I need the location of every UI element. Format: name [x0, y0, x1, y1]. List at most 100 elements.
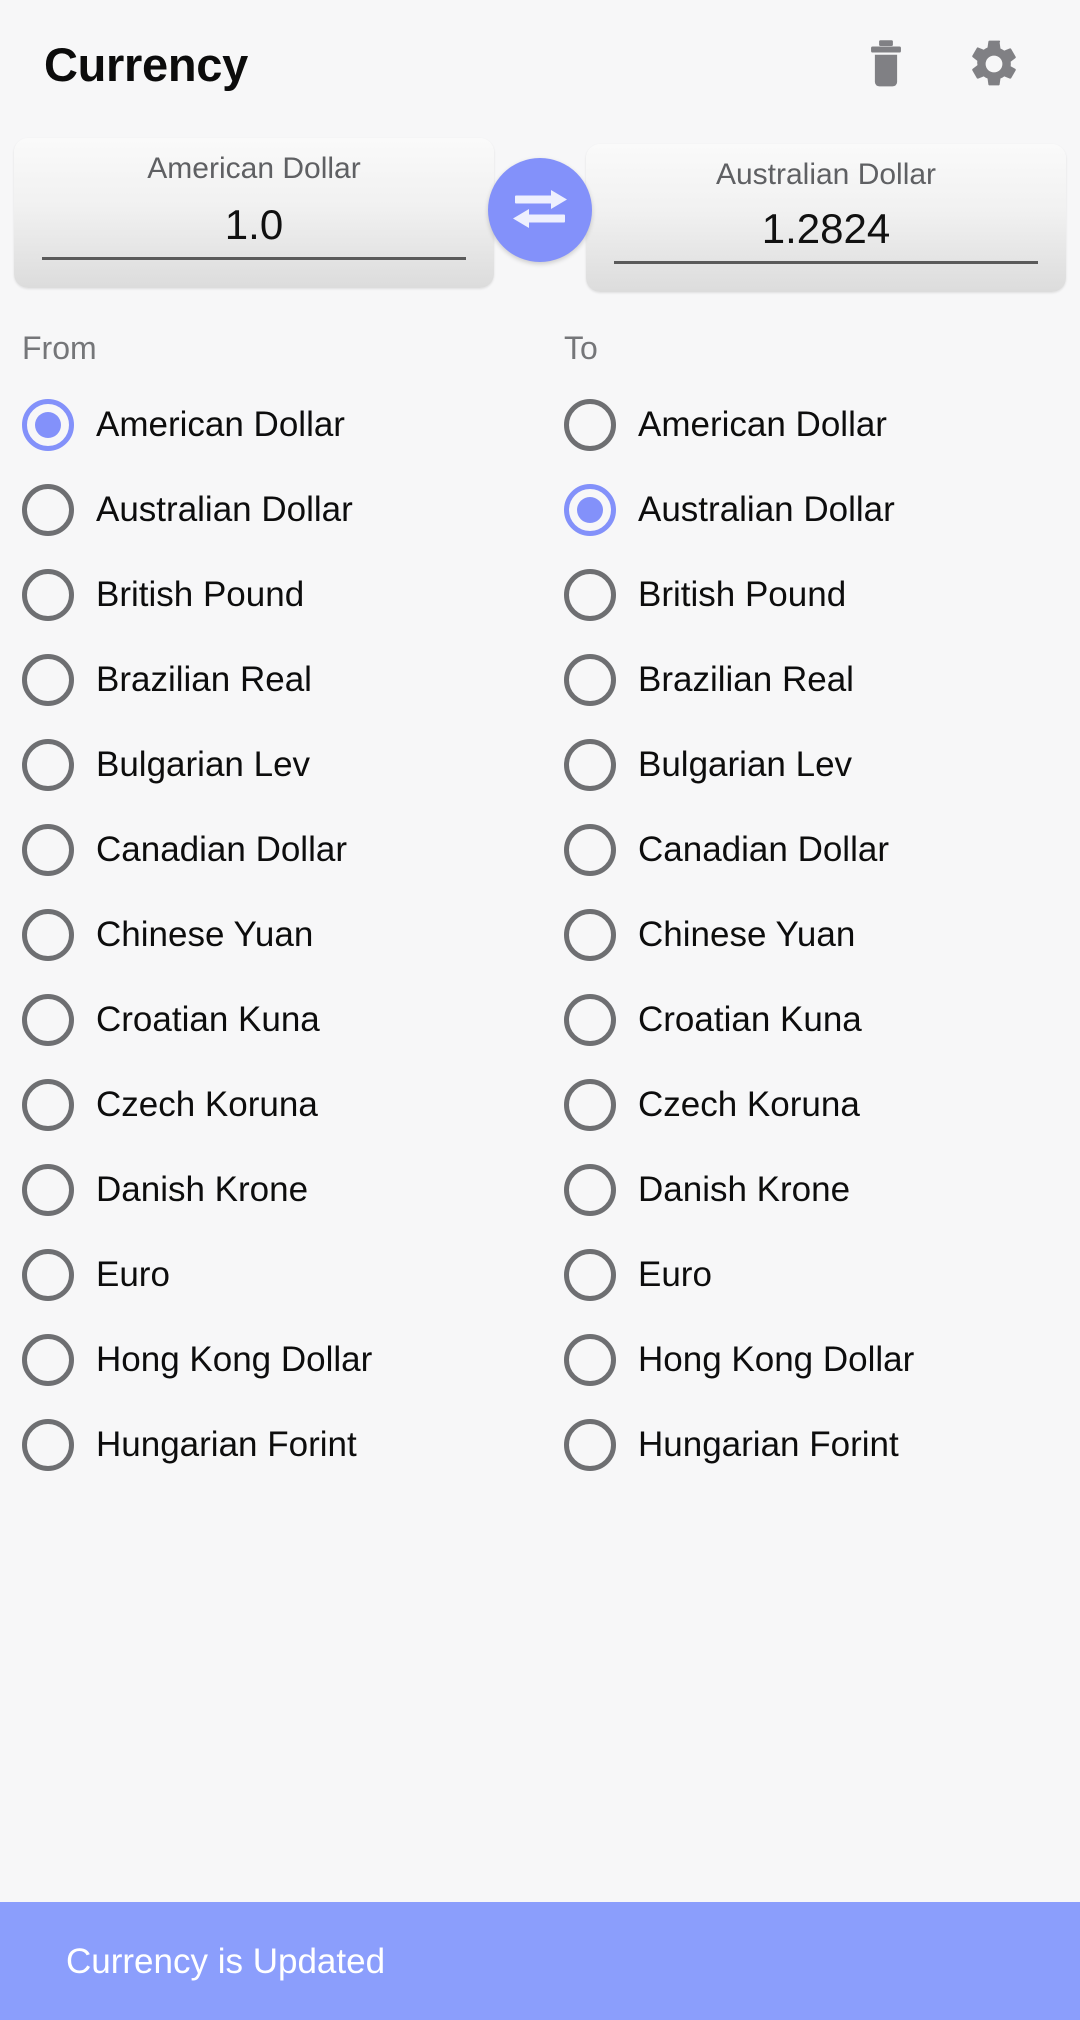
- currency-option-label: Bulgarian Lev: [638, 745, 853, 784]
- currency-option-label: Australian Dollar: [638, 490, 895, 529]
- from-currency-list: From American Dollar Australian Dollar Bri…: [18, 318, 538, 1487]
- from-list-items: American Dollar Australian Dollar British …: [18, 382, 538, 1487]
- currency-option-from-1[interactable]: Australian Dollar: [18, 467, 538, 552]
- radio-button-unchecked[interactable]: [22, 993, 74, 1046]
- currency-option-label: Croatian Kuna: [96, 1000, 320, 1039]
- to-currency-list: To American Dollar Australian Dollar Briti…: [538, 318, 1058, 1487]
- radio-button-unchecked[interactable]: [564, 1078, 616, 1131]
- currency-option-to-1[interactable]: Australian Dollar: [560, 467, 1058, 552]
- currency-option-label: Czech Koruna: [96, 1085, 318, 1124]
- radio-button-checked[interactable]: [22, 398, 74, 451]
- settings-button[interactable]: [966, 36, 1022, 92]
- currency-option-from-7[interactable]: Croatian Kuna: [18, 977, 538, 1062]
- radio-button-unchecked[interactable]: [564, 738, 616, 791]
- currency-option-label: Brazilian Real: [638, 660, 854, 699]
- currency-option-label: American Dollar: [638, 405, 887, 444]
- radio-button-unchecked[interactable]: [22, 653, 74, 706]
- currency-option-label: Brazilian Real: [96, 660, 312, 699]
- currency-option-to-0[interactable]: American Dollar: [560, 382, 1058, 467]
- radio-button-unchecked[interactable]: [22, 738, 74, 791]
- currency-option-from-2[interactable]: British Pound: [18, 552, 538, 637]
- from-amount-value: 1.0: [224, 201, 284, 248]
- currency-option-label: Czech Koruna: [638, 1085, 860, 1124]
- currency-option-to-2[interactable]: British Pound: [560, 552, 1058, 637]
- from-currency-card[interactable]: American Dollar 1.0: [14, 138, 494, 288]
- currency-option-label: Danish Krone: [638, 1170, 851, 1209]
- currency-option-label: Canadian Dollar: [96, 830, 347, 869]
- from-amount-field[interactable]: 1.0: [42, 201, 466, 261]
- currency-option-label: British Pound: [638, 575, 847, 614]
- currency-option-from-12[interactable]: Hungarian Forint: [18, 1402, 538, 1487]
- currency-option-label: Canadian Dollar: [638, 830, 889, 869]
- page-title: Currency: [44, 37, 248, 91]
- currency-option-to-11[interactable]: Hong Kong Dollar: [560, 1317, 1058, 1402]
- from-currency-name: American Dollar: [147, 152, 361, 185]
- radio-button-unchecked[interactable]: [564, 908, 616, 961]
- radio-button-unchecked[interactable]: [564, 398, 616, 451]
- delete-button[interactable]: [858, 36, 914, 92]
- radio-button-unchecked[interactable]: [564, 823, 616, 876]
- radio-button-unchecked[interactable]: [564, 1163, 616, 1216]
- from-list-header: From: [22, 330, 97, 366]
- currency-option-from-9[interactable]: Danish Krone: [18, 1147, 538, 1232]
- radio-button-unchecked[interactable]: [22, 568, 74, 621]
- radio-button-unchecked[interactable]: [22, 908, 74, 961]
- currency-option-label: Chinese Yuan: [638, 915, 856, 954]
- currency-option-label: Hungarian Forint: [638, 1425, 899, 1464]
- radio-button-unchecked[interactable]: [22, 823, 74, 876]
- currency-option-label: Croatian Kuna: [638, 1000, 862, 1039]
- currency-option-label: Hong Kong Dollar: [96, 1340, 373, 1379]
- radio-button-unchecked[interactable]: [22, 1163, 74, 1216]
- currency-option-label: Chinese Yuan: [96, 915, 314, 954]
- currency-option-from-11[interactable]: Hong Kong Dollar: [18, 1317, 538, 1402]
- radio-button-checked[interactable]: [564, 483, 616, 536]
- currency-option-from-10[interactable]: Euro: [18, 1232, 538, 1317]
- currency-option-label: Euro: [96, 1255, 170, 1294]
- radio-button-unchecked[interactable]: [22, 1248, 74, 1301]
- currency-option-to-10[interactable]: Euro: [560, 1232, 1058, 1317]
- converter-panel: American Dollar 1.0 Australian Dollar 1.…: [0, 128, 1080, 318]
- currency-option-label: Hungarian Forint: [96, 1425, 357, 1464]
- radio-button-unchecked[interactable]: [564, 568, 616, 621]
- swap-button[interactable]: [488, 158, 592, 262]
- radio-button-unchecked[interactable]: [22, 1078, 74, 1131]
- to-currency-card[interactable]: Australian Dollar 1.2824: [586, 144, 1066, 292]
- currency-option-from-6[interactable]: Chinese Yuan: [18, 892, 538, 977]
- currency-option-to-9[interactable]: Danish Krone: [560, 1147, 1058, 1232]
- currency-option-to-8[interactable]: Czech Koruna: [560, 1062, 1058, 1147]
- currency-option-from-5[interactable]: Canadian Dollar: [18, 807, 538, 892]
- currency-option-to-5[interactable]: Canadian Dollar: [560, 807, 1058, 892]
- snackbar: Currency is Updated: [0, 1902, 1080, 2020]
- currency-option-label: Danish Krone: [96, 1170, 309, 1209]
- app-bar-actions: [858, 36, 1040, 92]
- trash-icon: [863, 38, 909, 90]
- to-list-header: To: [564, 330, 598, 366]
- radio-button-unchecked[interactable]: [564, 653, 616, 706]
- radio-button-unchecked[interactable]: [564, 1248, 616, 1301]
- to-amount-field[interactable]: 1.2824: [614, 205, 1038, 265]
- currency-option-from-0[interactable]: American Dollar: [18, 382, 538, 467]
- currency-option-label: Hong Kong Dollar: [638, 1340, 915, 1379]
- currency-option-to-3[interactable]: Brazilian Real: [560, 637, 1058, 722]
- swap-arrows-icon: [509, 184, 571, 237]
- radio-button-unchecked[interactable]: [564, 1333, 616, 1386]
- currency-option-from-3[interactable]: Brazilian Real: [18, 637, 538, 722]
- to-amount-value: 1.2824: [761, 205, 891, 252]
- radio-button-unchecked[interactable]: [564, 1418, 616, 1471]
- currency-option-to-7[interactable]: Croatian Kuna: [560, 977, 1058, 1062]
- currency-option-to-4[interactable]: Bulgarian Lev: [560, 722, 1058, 807]
- to-currency-name: Australian Dollar: [715, 158, 937, 191]
- radio-button-unchecked[interactable]: [22, 1418, 74, 1471]
- radio-button-unchecked[interactable]: [22, 483, 74, 536]
- currency-lists: From American Dollar Australian Dollar Bri…: [0, 318, 1080, 1487]
- currency-option-label: Australian Dollar: [96, 490, 353, 529]
- gear-icon: [966, 36, 1022, 92]
- currency-option-from-4[interactable]: Bulgarian Lev: [18, 722, 538, 807]
- currency-option-label: British Pound: [96, 575, 305, 614]
- currency-option-to-12[interactable]: Hungarian Forint: [560, 1402, 1058, 1487]
- to-list-items: American Dollar Australian Dollar British …: [560, 382, 1058, 1487]
- radio-button-unchecked[interactable]: [564, 993, 616, 1046]
- radio-button-unchecked[interactable]: [22, 1333, 74, 1386]
- currency-option-from-8[interactable]: Czech Koruna: [18, 1062, 538, 1147]
- currency-option-to-6[interactable]: Chinese Yuan: [560, 892, 1058, 977]
